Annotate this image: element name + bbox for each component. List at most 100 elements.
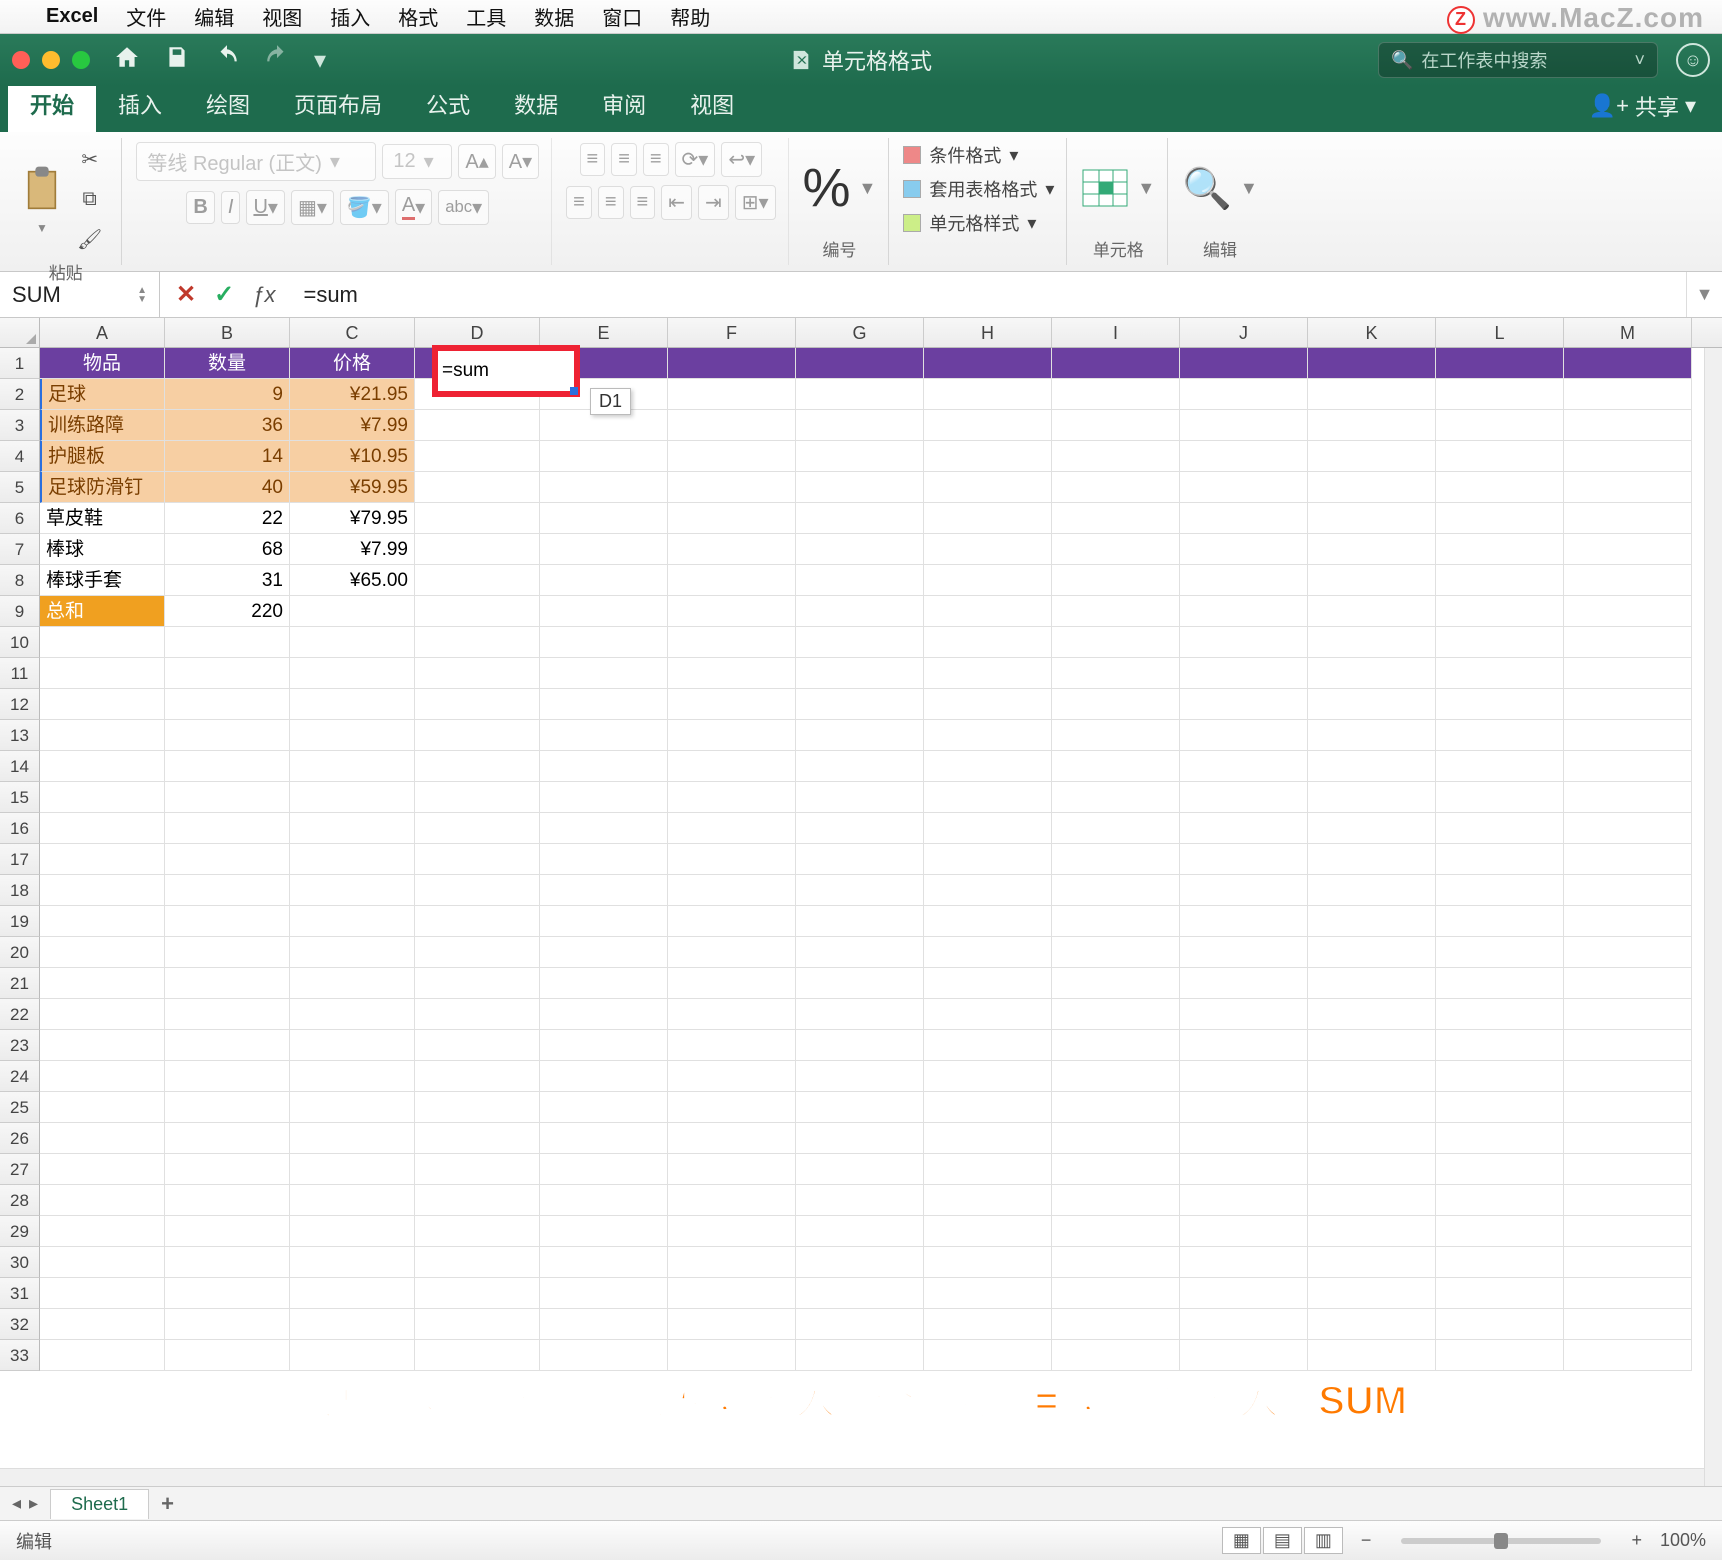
- cell[interactable]: [165, 1154, 290, 1185]
- cell[interactable]: [924, 534, 1052, 565]
- cell[interactable]: [796, 410, 924, 441]
- cell[interactable]: [1180, 689, 1308, 720]
- cell[interactable]: [1052, 1340, 1180, 1371]
- cell[interactable]: [1436, 782, 1564, 813]
- app-name[interactable]: Excel: [46, 5, 98, 28]
- cell[interactable]: [165, 658, 290, 689]
- menu-edit[interactable]: 编辑: [194, 2, 234, 31]
- italic-button[interactable]: I: [221, 191, 241, 224]
- cell[interactable]: [1564, 441, 1692, 472]
- cell[interactable]: [40, 844, 165, 875]
- row-header[interactable]: 6: [0, 503, 40, 534]
- cell[interactable]: [165, 844, 290, 875]
- cell[interactable]: [540, 1340, 668, 1371]
- select-all-corner[interactable]: [0, 318, 40, 347]
- accept-formula-icon[interactable]: ✓: [214, 280, 234, 309]
- cell[interactable]: [415, 968, 540, 999]
- cell[interactable]: [415, 627, 540, 658]
- cell[interactable]: [1308, 689, 1436, 720]
- cell[interactable]: [1308, 875, 1436, 906]
- sheet-tab[interactable]: Sheet1: [50, 1489, 149, 1519]
- cell[interactable]: [40, 1061, 165, 1092]
- cell[interactable]: [796, 844, 924, 875]
- cell[interactable]: [1308, 596, 1436, 627]
- cell[interactable]: [796, 534, 924, 565]
- cell[interactable]: [668, 1185, 796, 1216]
- col-header[interactable]: K: [1308, 318, 1436, 347]
- cell[interactable]: [668, 565, 796, 596]
- close-icon[interactable]: [12, 51, 30, 69]
- row-header[interactable]: 32: [0, 1309, 40, 1340]
- cell[interactable]: [796, 596, 924, 627]
- cell[interactable]: [1180, 1309, 1308, 1340]
- find-icon[interactable]: 🔍: [1182, 165, 1232, 212]
- cell[interactable]: [924, 379, 1052, 410]
- formula-input[interactable]: =sum: [291, 282, 1686, 308]
- cell[interactable]: [1436, 1123, 1564, 1154]
- cell[interactable]: [415, 999, 540, 1030]
- conditional-format-button[interactable]: 条件格式▾: [903, 142, 1018, 168]
- cell[interactable]: [924, 875, 1052, 906]
- cell[interactable]: [1308, 968, 1436, 999]
- cell[interactable]: [796, 1030, 924, 1061]
- cell[interactable]: [1308, 503, 1436, 534]
- fill-handle[interactable]: [570, 387, 578, 395]
- cell[interactable]: 40: [165, 472, 290, 503]
- cell[interactable]: [1308, 1247, 1436, 1278]
- paste-icon[interactable]: [22, 165, 62, 215]
- cell[interactable]: [1052, 782, 1180, 813]
- cell[interactable]: [1436, 1154, 1564, 1185]
- cell[interactable]: [165, 875, 290, 906]
- cell[interactable]: [540, 906, 668, 937]
- align-middle-icon[interactable]: ≡: [611, 143, 637, 176]
- cell[interactable]: [1180, 534, 1308, 565]
- cell[interactable]: 价格: [290, 348, 415, 379]
- col-header[interactable]: H: [924, 318, 1052, 347]
- normal-view-icon[interactable]: ▦: [1222, 1527, 1261, 1554]
- cell[interactable]: [668, 1247, 796, 1278]
- cell[interactable]: [540, 844, 668, 875]
- cell[interactable]: [924, 782, 1052, 813]
- cell[interactable]: [1052, 751, 1180, 782]
- percent-icon[interactable]: %: [803, 161, 851, 215]
- cell[interactable]: [165, 782, 290, 813]
- cell[interactable]: [40, 1185, 165, 1216]
- row-header[interactable]: 22: [0, 999, 40, 1030]
- cell[interactable]: [165, 1247, 290, 1278]
- cell[interactable]: [1564, 472, 1692, 503]
- cell[interactable]: [415, 1092, 540, 1123]
- cell[interactable]: [40, 1340, 165, 1371]
- cell[interactable]: [290, 627, 415, 658]
- cell[interactable]: [540, 596, 668, 627]
- cell[interactable]: [1308, 751, 1436, 782]
- cell[interactable]: [796, 1309, 924, 1340]
- cell[interactable]: 9: [165, 379, 290, 410]
- cell[interactable]: [796, 1061, 924, 1092]
- fill-color-button[interactable]: 🪣▾: [340, 190, 389, 225]
- cell[interactable]: [1052, 968, 1180, 999]
- cell[interactable]: [1052, 875, 1180, 906]
- cell[interactable]: [1436, 534, 1564, 565]
- cell[interactable]: [1436, 1030, 1564, 1061]
- cell[interactable]: [668, 1340, 796, 1371]
- horizontal-scrollbar[interactable]: [0, 1468, 1704, 1486]
- cell[interactable]: [40, 1247, 165, 1278]
- cell[interactable]: [1308, 720, 1436, 751]
- row-header[interactable]: 11: [0, 658, 40, 689]
- fx-icon[interactable]: ƒx: [252, 282, 275, 308]
- cell[interactable]: [1052, 937, 1180, 968]
- col-header[interactable]: E: [540, 318, 668, 347]
- cell[interactable]: [1308, 782, 1436, 813]
- page-layout-view-icon[interactable]: ▤: [1263, 1527, 1302, 1554]
- cell[interactable]: [796, 565, 924, 596]
- cell[interactable]: [1308, 348, 1436, 379]
- cell[interactable]: [796, 658, 924, 689]
- cell[interactable]: [1308, 844, 1436, 875]
- cell[interactable]: [1308, 658, 1436, 689]
- cell[interactable]: ¥10.95: [290, 441, 415, 472]
- cell[interactable]: [1436, 999, 1564, 1030]
- cell[interactable]: [924, 1340, 1052, 1371]
- row-header[interactable]: 9: [0, 596, 40, 627]
- cell[interactable]: [1308, 1061, 1436, 1092]
- cell[interactable]: [1308, 906, 1436, 937]
